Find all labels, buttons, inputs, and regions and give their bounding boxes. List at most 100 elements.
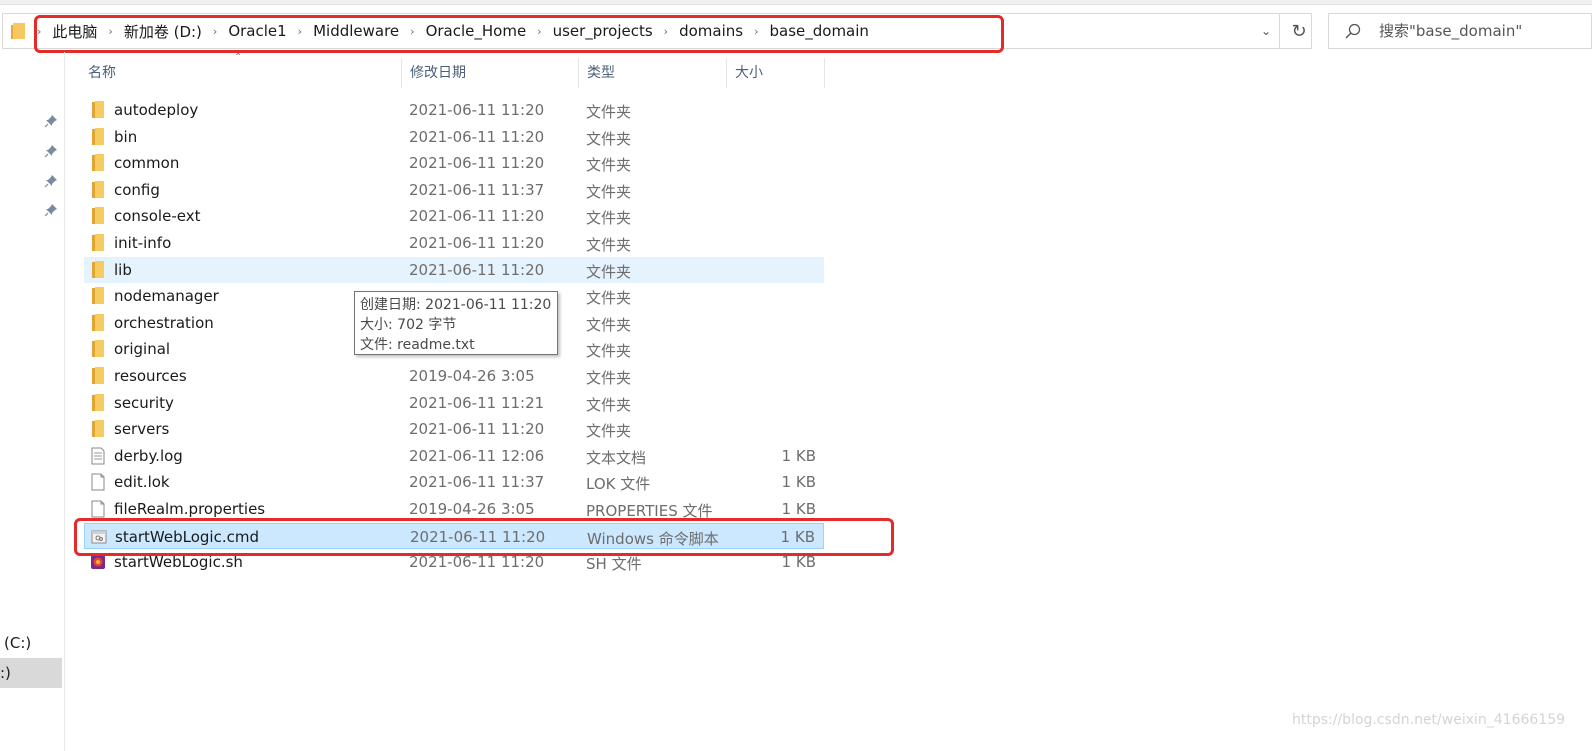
file-row[interactable]: security 2021-06-11 11:21 文件夹 [84,390,824,417]
file-type: 文件夹 [586,209,632,228]
breadcrumb-item[interactable]: domains [672,22,750,40]
chevron-right-icon[interactable]: › [104,25,116,38]
file-row[interactable]: init-info 2021-06-11 11:20 文件夹 [84,230,824,257]
search-input[interactable] [1377,21,1581,41]
file-size: 1 KB [781,499,816,518]
file-type: 文件夹 [586,368,632,387]
breadcrumb-item[interactable]: 此电脑 [45,21,104,42]
file-name: startWebLogic.cmd [115,527,259,546]
file-row[interactable]: edit.lok 2021-06-11 11:37 LOK 文件 1 KB [84,469,824,496]
folder-icon [92,393,104,411]
file-name: derby.log [114,446,183,465]
breadcrumb-item[interactable]: user_projects [546,22,660,40]
nav-item-drive-c[interactable]: (C:) [4,634,31,652]
chevron-right-icon[interactable]: › [209,25,221,38]
column-header-name[interactable]: 名称 [80,58,402,88]
file-row[interactable]: lib 2021-06-11 11:20 文件夹 [84,256,824,284]
file-type: 文件夹 [586,235,632,254]
column-header-date[interactable]: 修改日期 [402,58,579,88]
search-box[interactable] [1328,13,1592,49]
file-type: 文件夹 [586,342,632,361]
file-row[interactable]: autodeploy 2021-06-11 11:20 文件夹 [84,97,824,124]
pin-icon[interactable] [44,174,58,188]
file-row[interactable]: console-ext 2021-06-11 11:20 文件夹 [84,203,824,230]
column-header-size[interactable]: 大小 [727,58,825,88]
folder-icon [92,127,104,145]
breadcrumb-item[interactable]: Middleware [306,22,406,40]
file-name: edit.lok [114,473,170,492]
file-date: 2021-06-11 11:37 [409,180,545,199]
folder-icon [92,154,104,172]
file-name: fileRealm.properties [114,499,266,518]
file-type: 文件夹 [586,315,632,334]
window-top-edge [0,0,1592,5]
chevron-right-icon[interactable]: › [33,25,45,38]
text-file-icon [91,447,105,465]
file-date: 2021-06-11 11:20 [409,260,545,279]
refresh-button[interactable]: ↻ [1287,14,1311,48]
file-name: nodemanager [114,287,219,306]
file-name: orchestration [114,313,214,332]
file-type: 文件夹 [586,422,632,441]
breadcrumb: › 此电脑 › 新加卷 (D:) › Oracle1 › Middleware › Oracle_… [33,14,876,48]
tooltip-created: 创建日期: 2021-06-11 11:20 [360,297,552,313]
folder-icon [92,313,104,331]
chevron-right-icon[interactable]: › [660,25,672,38]
file-type: 文件夹 [586,262,632,281]
file-tooltip: 创建日期: 2021-06-11 11:20 大小: 702 字节 文件: re… [354,291,558,355]
file-type: 文件夹 [586,103,632,121]
file-row[interactable]: servers 2021-06-11 11:20 文件夹 [84,416,824,443]
pin-icon[interactable] [44,203,58,217]
cmd-script-icon [91,530,107,543]
breadcrumb-item[interactable]: 新加卷 (D:) [117,21,209,42]
file-size: 1 KB [781,446,816,465]
pin-icon[interactable] [44,144,58,158]
file-name: autodeploy [114,101,199,119]
breadcrumb-item[interactable]: Oracle_Home [419,22,534,40]
refresh-icon: ↻ [1291,20,1307,42]
file-type: SH 文件 [586,555,642,574]
folder-icon [92,287,104,305]
folder-icon [92,233,104,251]
file-type: 文件夹 [586,156,632,175]
file-row[interactable]: common 2021-06-11 11:20 文件夹 [84,150,824,177]
file-type: 文件夹 [586,182,632,201]
folder-icon [92,180,104,198]
file-type: 文件夹 [586,129,632,148]
nav-item-drive-d[interactable]: :) [0,658,62,688]
breadcrumb-item[interactable]: base_domain [762,22,875,40]
chevron-down-icon: ⌄ [1260,24,1272,38]
file-date: 2021-06-11 11:20 [410,527,546,546]
address-history-dropdown[interactable]: ⌄ [1253,14,1279,48]
file-type: 文件夹 [586,289,632,308]
file-row[interactable]: startWebLogic.sh 2021-06-11 11:20 SH 文件 1 K… [84,549,824,576]
file-date: 2021-06-11 11:20 [409,420,545,439]
breadcrumb-item[interactable]: Oracle1 [221,22,293,40]
folder-icon [92,101,104,118]
file-row[interactable]: fileRealm.properties 2019-04-26 3:05 PROPE… [84,496,824,523]
file-row[interactable]: resources 2019-04-26 3:05 文件夹 [84,363,824,390]
file-row[interactable]: startWebLogic.cmd 2021-06-11 11:20 Windows… [84,522,824,550]
file-row[interactable]: config 2021-06-11 11:37 文件夹 [84,177,824,204]
file-icon [91,473,105,491]
chevron-right-icon[interactable]: › [750,25,762,38]
address-bar[interactable]: › 此电脑 › 新加卷 (D:) › Oracle1 › Middleware › Oracle_… [2,13,1312,49]
chevron-right-icon[interactable]: › [533,25,545,38]
chevron-right-icon[interactable]: › [406,25,418,38]
folder-icon [92,420,104,438]
column-header-type[interactable]: 类型 [579,58,727,88]
file-date: 2021-06-11 11:20 [409,207,545,226]
file-date: 2021-06-11 11:20 [409,233,545,252]
file-type: PROPERTIES 文件 [586,501,713,520]
file-row[interactable]: derby.log 2021-06-11 12:06 文本文档 1 KB [84,443,824,470]
file-date: 2021-06-11 11:20 [409,127,545,146]
chevron-right-icon[interactable]: › [294,25,306,38]
file-type: 文本文档 [586,448,647,467]
tooltip-file: 文件: readme.txt [360,337,475,353]
folder-icon [92,260,104,278]
file-name: common [114,154,180,173]
pin-icon[interactable] [44,114,58,128]
file-name: bin [114,127,138,146]
folder-icon [92,366,104,384]
file-row[interactable]: bin 2021-06-11 11:20 文件夹 [84,124,824,151]
